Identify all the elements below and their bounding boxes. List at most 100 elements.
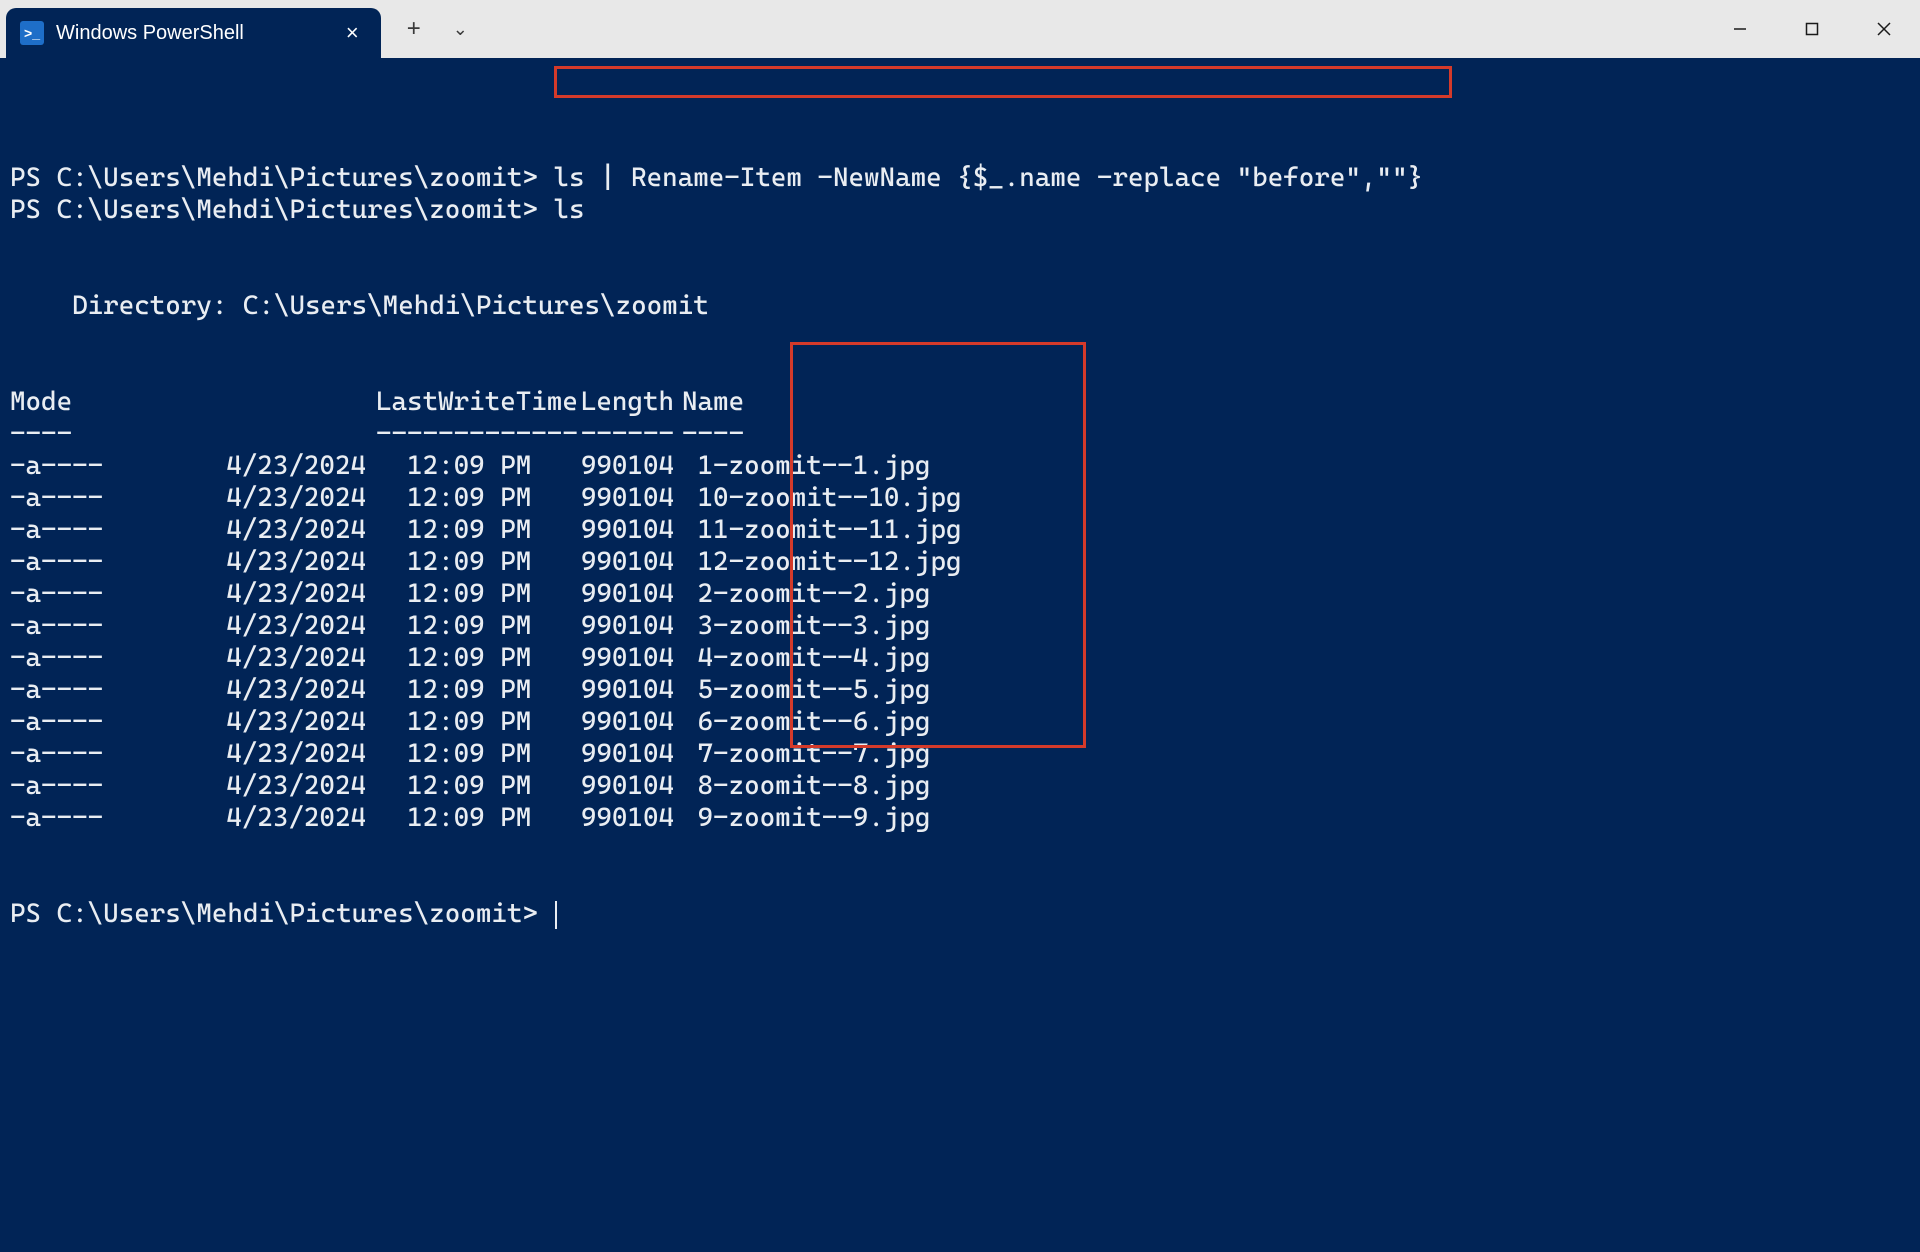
cell-filename: 10-zoomit--10.jpg: [682, 482, 962, 514]
titlebar: >_ Windows PowerShell × + ⌄: [0, 0, 1920, 58]
cell-length: 990104: [552, 610, 682, 642]
close-tab-icon[interactable]: ×: [346, 22, 359, 44]
directory-path: C:\Users\Mehdi\Pictures\zoomit: [243, 290, 709, 321]
cell-mode: -a----: [10, 514, 160, 546]
cell-date: 4/23/2024: [160, 770, 376, 802]
powershell-icon: >_: [20, 21, 44, 45]
cell-date: 4/23/2024: [160, 706, 376, 738]
command-2: ls: [553, 194, 584, 225]
cell-time: 12:09 PM: [376, 514, 552, 546]
tab-controls: + ⌄: [381, 0, 468, 58]
cell-mode: -a----: [10, 770, 160, 802]
cell-time: 12:09 PM: [376, 610, 552, 642]
cell-date: 4/23/2024: [160, 450, 376, 482]
table-row: -a----4/23/2024 12:09 PM990104 3-zoomit-…: [10, 610, 1920, 642]
cursor: [555, 901, 557, 929]
cell-time: 12:09 PM: [376, 578, 552, 610]
cell-length: 990104: [552, 578, 682, 610]
header-length: Length: [552, 386, 682, 418]
cell-date: 4/23/2024: [160, 546, 376, 578]
cell-time: 12:09 PM: [376, 738, 552, 770]
cell-time: 12:09 PM: [376, 642, 552, 674]
cell-filename: 11-zoomit--11.jpg: [682, 514, 962, 546]
cell-mode: -a----: [10, 482, 160, 514]
cell-date: 4/23/2024: [160, 802, 376, 834]
cell-mode: -a----: [10, 802, 160, 834]
cell-length: 990104: [552, 738, 682, 770]
maximize-button[interactable]: [1776, 0, 1848, 58]
table-row: -a----4/23/2024 12:09 PM990104 9-zoomit-…: [10, 802, 1920, 834]
table-row: -a----4/23/2024 12:09 PM990104 6-zoomit-…: [10, 706, 1920, 738]
table-header: Mode LastWriteTimeLengthName: [10, 386, 1920, 418]
cell-filename: 2-zoomit--2.jpg: [682, 578, 930, 610]
cell-date: 4/23/2024: [160, 482, 376, 514]
cell-time: 12:09 PM: [376, 802, 552, 834]
cell-date: 4/23/2024: [160, 738, 376, 770]
cell-filename: 12-zoomit--12.jpg: [682, 546, 962, 578]
cell-mode: -a----: [10, 642, 160, 674]
table-row: -a----4/23/2024 12:09 PM990104 10-zoomit…: [10, 482, 1920, 514]
header-name: Name: [682, 386, 744, 418]
cell-time: 12:09 PM: [376, 450, 552, 482]
table-row: -a----4/23/2024 12:09 PM990104 7-zoomit-…: [10, 738, 1920, 770]
cell-time: 12:09 PM: [376, 482, 552, 514]
cell-length: 990104: [552, 802, 682, 834]
prompt: PS C:\Users\Mehdi\Pictures\zoomit>: [10, 898, 538, 929]
cell-date: 4/23/2024: [160, 674, 376, 706]
cell-mode: -a----: [10, 674, 160, 706]
directory-label: Directory:: [72, 290, 227, 321]
cell-mode: -a----: [10, 450, 160, 482]
cell-mode: -a----: [10, 706, 160, 738]
prompt: PS C:\Users\Mehdi\Pictures\zoomit>: [10, 162, 538, 193]
prompt: PS C:\Users\Mehdi\Pictures\zoomit>: [10, 194, 538, 225]
terminal-output[interactable]: PS C:\Users\Mehdi\Pictures\zoomit> ls | …: [0, 58, 1920, 1252]
command-1: ls | Rename-Item -NewName {$_.name -repl…: [553, 162, 1423, 193]
cell-length: 990104: [552, 770, 682, 802]
cell-filename: 5-zoomit--5.jpg: [682, 674, 930, 706]
cell-filename: 4-zoomit--4.jpg: [682, 642, 930, 674]
header-mode: Mode: [10, 386, 160, 418]
cell-length: 990104: [552, 482, 682, 514]
cell-filename: 1-zoomit--1.jpg: [682, 450, 930, 482]
header-lastwritetime: LastWriteTime: [376, 386, 552, 418]
tab-powershell[interactable]: >_ Windows PowerShell ×: [6, 8, 381, 58]
cell-filename: 6-zoomit--6.jpg: [682, 706, 930, 738]
highlight-command: [554, 66, 1452, 98]
close-window-button[interactable]: [1848, 0, 1920, 58]
cell-mode: -a----: [10, 738, 160, 770]
cell-length: 990104: [552, 514, 682, 546]
cell-mode: -a----: [10, 610, 160, 642]
cell-filename: 7-zoomit--7.jpg: [682, 738, 930, 770]
cell-filename: 9-zoomit--9.jpg: [682, 802, 930, 834]
cell-date: 4/23/2024: [160, 578, 376, 610]
cell-time: 12:09 PM: [376, 546, 552, 578]
cell-date: 4/23/2024: [160, 610, 376, 642]
cell-mode: -a----: [10, 578, 160, 610]
window-controls: [1704, 0, 1920, 58]
table-row: -a----4/23/2024 12:09 PM990104 12-zoomit…: [10, 546, 1920, 578]
new-tab-button[interactable]: +: [407, 17, 421, 41]
minimize-button[interactable]: [1704, 0, 1776, 58]
cell-mode: -a----: [10, 546, 160, 578]
cell-time: 12:09 PM: [376, 674, 552, 706]
table-row: -a----4/23/2024 12:09 PM990104 11-zoomit…: [10, 514, 1920, 546]
table-row: -a----4/23/2024 12:09 PM990104 8-zoomit-…: [10, 770, 1920, 802]
cell-length: 990104: [552, 450, 682, 482]
cell-length: 990104: [552, 706, 682, 738]
table-divider: ---------------------------: [10, 418, 1920, 450]
cell-length: 990104: [552, 674, 682, 706]
table-row: -a----4/23/2024 12:09 PM990104 4-zoomit-…: [10, 642, 1920, 674]
cell-date: 4/23/2024: [160, 514, 376, 546]
cell-length: 990104: [552, 642, 682, 674]
cell-time: 12:09 PM: [376, 770, 552, 802]
cell-filename: 3-zoomit--3.jpg: [682, 610, 930, 642]
cell-length: 990104: [552, 546, 682, 578]
table-row: -a----4/23/2024 12:09 PM990104 5-zoomit-…: [10, 674, 1920, 706]
table-row: -a----4/23/2024 12:09 PM990104 1-zoomit-…: [10, 450, 1920, 482]
cell-filename: 8-zoomit--8.jpg: [682, 770, 930, 802]
table-row: -a----4/23/2024 12:09 PM990104 2-zoomit-…: [10, 578, 1920, 610]
cell-date: 4/23/2024: [160, 642, 376, 674]
tab-dropdown-icon[interactable]: ⌄: [453, 20, 468, 38]
tab-title: Windows PowerShell: [56, 22, 244, 45]
cell-time: 12:09 PM: [376, 706, 552, 738]
